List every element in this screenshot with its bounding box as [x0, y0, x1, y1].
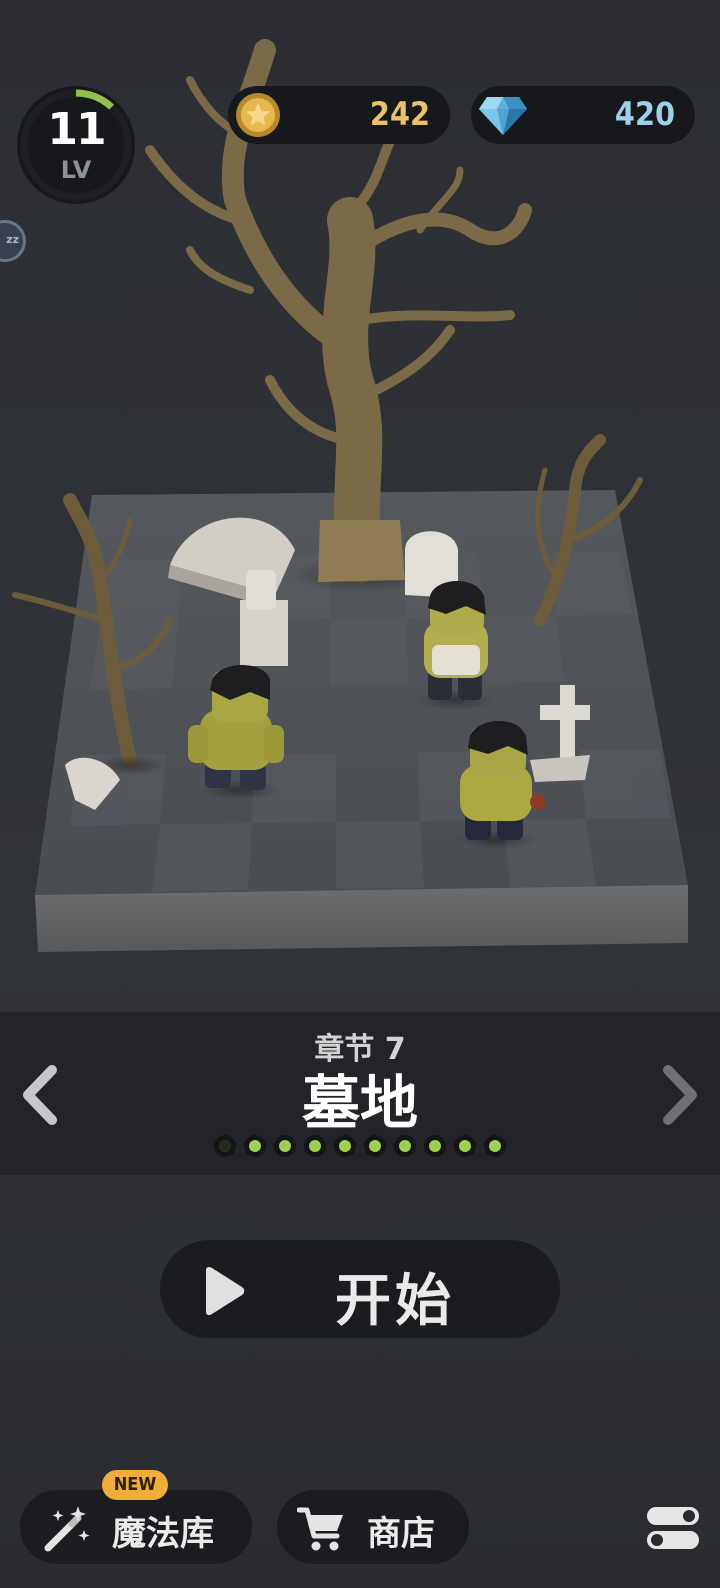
level-label: LV — [60, 156, 92, 184]
page-dot[interactable] — [424, 1135, 446, 1157]
shopping-cart-icon — [297, 1507, 343, 1551]
chapter-page-indicator — [0, 1135, 720, 1157]
gem-counter[interactable]: 420 — [471, 86, 695, 144]
gem-amount: 420 — [614, 95, 675, 133]
page-dot[interactable] — [244, 1135, 266, 1157]
chapter-title: 墓地 — [301, 1069, 418, 1137]
magic-library-button[interactable]: NEW 魔法库 — [20, 1470, 252, 1564]
next-chapter-arrow[interactable] — [654, 1064, 704, 1126]
shop-label: 商店 — [367, 1514, 435, 1554]
magic-library-label: 魔法库 — [112, 1514, 214, 1554]
chapter-selector: 章节 7 墓地 — [0, 1012, 720, 1175]
page-dot[interactable] — [214, 1135, 236, 1157]
coin-amount: 242 — [369, 95, 430, 133]
magic-wand-icon — [44, 1506, 90, 1552]
shop-button[interactable]: 商店 — [277, 1490, 469, 1564]
coin-counter[interactable]: 242 — [228, 86, 450, 144]
settings-toggle-icon[interactable] — [645, 1505, 701, 1551]
page-dot[interactable] — [484, 1135, 506, 1157]
play-icon — [206, 1266, 245, 1316]
game-screen: 11 LV 242 420 zz 章节 7 墓地 开始 NEW 魔法库 商店 — [0, 0, 720, 1588]
board-side — [35, 885, 688, 952]
page-dot[interactable] — [304, 1135, 326, 1157]
page-dot[interactable] — [274, 1135, 296, 1157]
diamond-icon — [479, 97, 527, 135]
new-badge: NEW — [102, 1470, 168, 1500]
start-button[interactable]: 开始 — [160, 1240, 560, 1338]
previous-chapter-arrow[interactable] — [16, 1064, 66, 1126]
level-number: 11 — [47, 104, 106, 155]
coin-icon — [236, 93, 280, 137]
zz-icon: zz — [6, 233, 19, 246]
page-dot[interactable] — [334, 1135, 356, 1157]
level-badge[interactable]: 11 LV — [17, 86, 135, 204]
start-label: 开始 — [335, 1269, 455, 1334]
page-dot[interactable] — [454, 1135, 476, 1157]
page-dot[interactable] — [394, 1135, 416, 1157]
page-dot[interactable] — [364, 1135, 386, 1157]
